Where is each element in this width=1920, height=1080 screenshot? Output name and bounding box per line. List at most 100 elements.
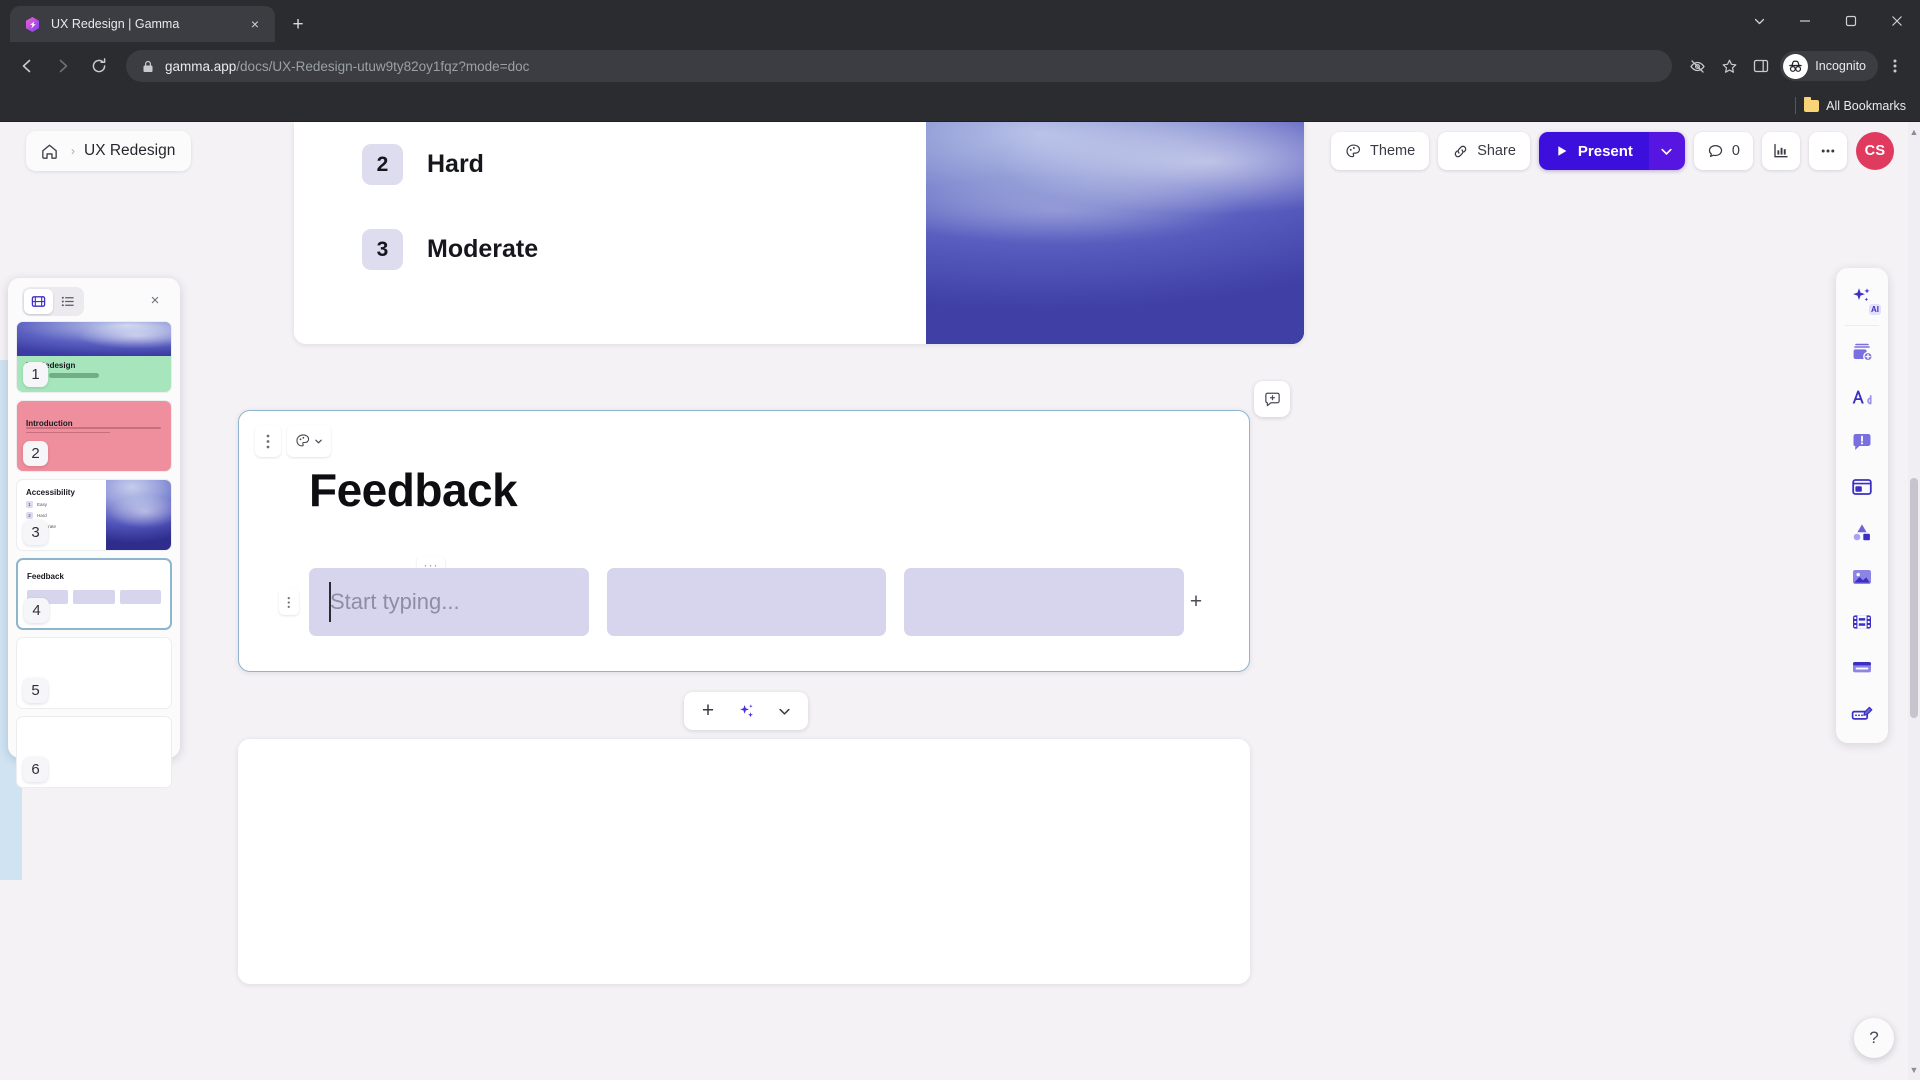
- thumbnail-slide[interactable]: Introduction 2: [16, 400, 172, 472]
- column-block[interactable]: [904, 568, 1185, 636]
- ai-sparkle-icon[interactable]: [728, 696, 764, 726]
- feedback-card[interactable]: Feedback ··· Start typing... +: [238, 410, 1250, 672]
- window-minimize-button[interactable]: [1782, 0, 1828, 42]
- shapes-icon[interactable]: [1840, 510, 1884, 554]
- tab-strip: UX Redesign | Gamma × +: [0, 0, 1920, 42]
- drawing-icon[interactable]: [1840, 690, 1884, 734]
- more-options-button[interactable]: [1809, 132, 1847, 170]
- url-bar[interactable]: gamma.app/docs/UX-Redesign-utuw9ty82oy1f…: [126, 50, 1673, 82]
- thumb-row-label: Easy: [37, 502, 48, 507]
- eye-slash-icon[interactable]: [1682, 51, 1712, 81]
- callout-icon[interactable]: [1840, 420, 1884, 464]
- card-drag-handle-icon[interactable]: [255, 425, 281, 457]
- bookmarks-bar: All Bookmarks: [0, 90, 1920, 122]
- comments-count: 0: [1731, 143, 1740, 159]
- tab-title: UX Redesign | Gamma: [51, 17, 180, 31]
- comments-button[interactable]: 0: [1693, 132, 1753, 170]
- reload-button-icon[interactable]: [82, 49, 116, 83]
- url-text: gamma.app/docs/UX-Redesign-utuw9ty82oy1f…: [165, 59, 1662, 74]
- thumbnails-header: ×: [16, 286, 172, 316]
- column-block[interactable]: Start typing...: [309, 568, 589, 636]
- present-options-icon[interactable]: [1648, 132, 1685, 170]
- thumb-title: Introduction: [26, 419, 73, 428]
- row-label: Moderate: [427, 235, 539, 263]
- text-icon[interactable]: [1840, 375, 1884, 419]
- add-comment-icon[interactable]: [1254, 381, 1290, 417]
- columns-row: Start typing...: [309, 568, 1185, 636]
- present-label: Present: [1577, 142, 1633, 160]
- thumb-image: [106, 480, 171, 550]
- thumb-number: 3: [23, 520, 48, 545]
- accessibility-card[interactable]: 2 Hard 3 Moderate: [294, 122, 1304, 344]
- ellipsis-icon: [1821, 149, 1835, 153]
- thumbnail-slide[interactable]: Accessibility 1Easy 2Hard 3Moderate 3: [16, 479, 172, 551]
- star-icon[interactable]: [1714, 51, 1744, 81]
- columns-drag-handle-icon[interactable]: [279, 589, 299, 615]
- column-block[interactable]: [606, 568, 887, 636]
- tab-search-icon[interactable]: [1736, 0, 1782, 42]
- tab-close-icon[interactable]: ×: [245, 14, 265, 34]
- row-label: Hard: [427, 150, 484, 178]
- grid-view-icon[interactable]: [24, 288, 53, 314]
- theme-button[interactable]: Theme: [1331, 132, 1430, 170]
- three-dot-menu-icon[interactable]: [1880, 51, 1910, 81]
- back-button-icon[interactable]: [10, 49, 44, 83]
- next-card[interactable]: [238, 739, 1250, 984]
- breadcrumb-separator: ›: [71, 144, 75, 158]
- layout-icon[interactable]: [1840, 465, 1884, 509]
- top-actions: Theme Share Present 0 CS: [1331, 132, 1894, 170]
- thumb-number: 4: [24, 598, 49, 623]
- page-scrollbar[interactable]: ▲ ▼: [1908, 122, 1920, 1080]
- window-maximize-button[interactable]: [1828, 0, 1874, 42]
- insert-more-button[interactable]: [766, 696, 802, 726]
- video-icon[interactable]: [1840, 600, 1884, 644]
- thumb-row-badge: 1: [26, 501, 33, 508]
- palette-icon: [1346, 143, 1361, 157]
- scroll-down-icon[interactable]: ▼: [1909, 1063, 1919, 1077]
- avatar[interactable]: CS: [1856, 132, 1894, 170]
- document-canvas: 2 Hard 3 Moderate Feedback ··· Start typ…: [8, 122, 1920, 1080]
- card-palette-button[interactable]: [287, 425, 331, 457]
- card-toolbar: [255, 425, 331, 457]
- incognito-icon: [1783, 53, 1809, 79]
- card-image: [926, 122, 1304, 344]
- thumb-row-badge: 2: [26, 512, 33, 519]
- window-close-button[interactable]: [1874, 0, 1920, 42]
- thumb-number: 1: [23, 362, 48, 387]
- image-icon[interactable]: [1840, 555, 1884, 599]
- new-tab-button[interactable]: +: [283, 9, 313, 39]
- forward-button-icon[interactable]: [46, 49, 80, 83]
- home-icon[interactable]: [36, 138, 62, 164]
- share-button[interactable]: Share: [1438, 132, 1530, 170]
- thumbnail-slide[interactable]: Feedback 4: [16, 558, 172, 630]
- add-column-button[interactable]: +: [1182, 588, 1210, 616]
- text-caret: [329, 582, 331, 622]
- column-placeholder: Start typing...: [330, 589, 460, 614]
- close-thumbnails-icon[interactable]: ×: [144, 289, 166, 311]
- breadcrumb[interactable]: › UX Redesign: [26, 131, 192, 171]
- ai-sparkle-icon[interactable]: AI: [1840, 275, 1884, 319]
- embed-icon[interactable]: [1840, 645, 1884, 689]
- gamma-app: 2 Hard 3 Moderate Feedback ··· Start typ…: [0, 122, 1920, 1080]
- incognito-profile-button[interactable]: Incognito: [1780, 51, 1878, 81]
- browser-tab[interactable]: UX Redesign | Gamma ×: [10, 6, 275, 42]
- help-button[interactable]: ?: [1854, 1018, 1894, 1058]
- insert-block-button[interactable]: +: [690, 696, 726, 726]
- thumbnail-slide[interactable]: 6: [16, 716, 172, 788]
- page-title[interactable]: UX Redesign: [84, 142, 175, 160]
- row-badge: 3: [362, 229, 403, 270]
- list-view-icon[interactable]: [53, 289, 82, 314]
- thumbnail-slide[interactable]: UX Redesign 1: [16, 321, 172, 393]
- card-title[interactable]: Feedback: [309, 463, 518, 517]
- url-domain: gamma.app: [165, 58, 237, 74]
- thumbnail-slide[interactable]: 5: [16, 637, 172, 709]
- add-card-icon[interactable]: [1840, 330, 1884, 374]
- scroll-up-icon[interactable]: ▲: [1909, 125, 1919, 139]
- analytics-button[interactable]: [1762, 132, 1800, 170]
- present-button[interactable]: Present: [1538, 132, 1649, 170]
- browser-window: UX Redesign | Gamma × + gamma.app/docs/U…: [0, 0, 1920, 1080]
- slide-thumbnails-panel: × UX Redesign 1 Introduction 2 Accessibi…: [8, 278, 180, 788]
- side-panel-icon[interactable]: [1746, 51, 1776, 81]
- all-bookmarks-button[interactable]: All Bookmarks: [1804, 96, 1906, 113]
- scrollbar-thumb[interactable]: [1910, 478, 1918, 718]
